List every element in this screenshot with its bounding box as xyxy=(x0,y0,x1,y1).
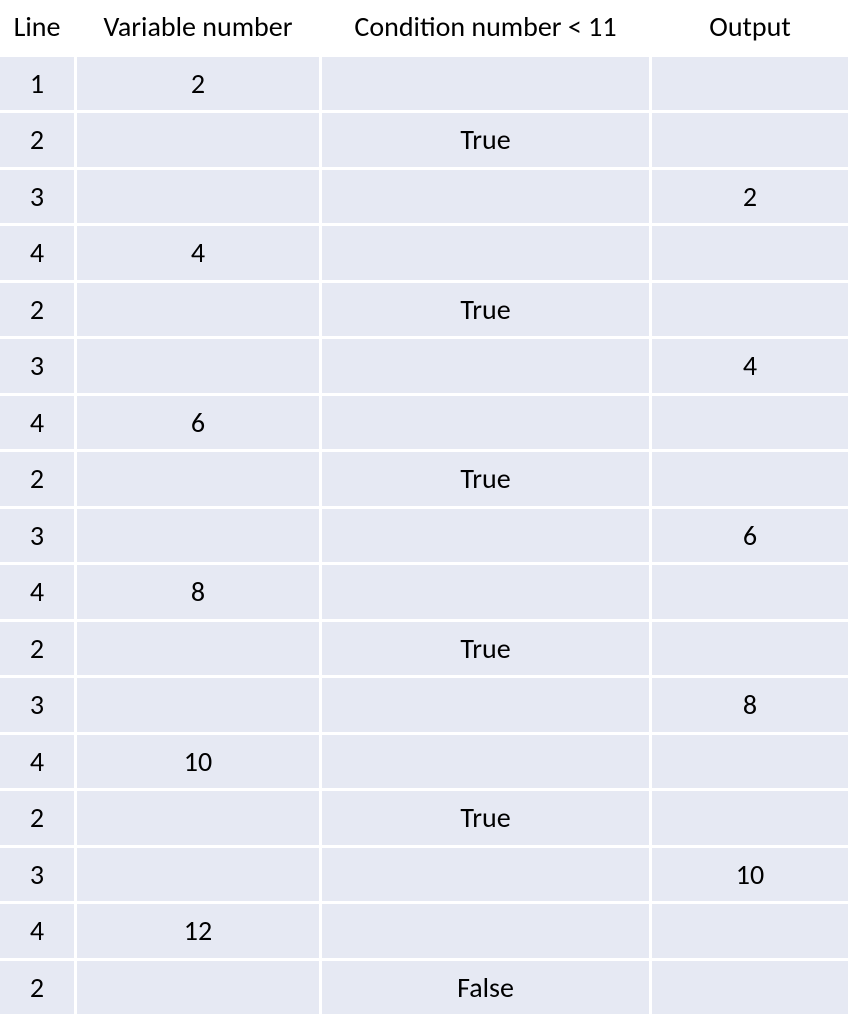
cell-variable xyxy=(77,961,322,1018)
table-row: 46 xyxy=(0,396,848,453)
header-output: Output xyxy=(652,0,848,57)
cell-condition: False xyxy=(322,961,652,1018)
cell-variable xyxy=(77,283,322,340)
cell-output xyxy=(652,226,848,283)
table-row: 36 xyxy=(0,509,848,566)
cell-output xyxy=(652,113,848,170)
cell-line: 1 xyxy=(0,57,77,114)
table-row: 2 True xyxy=(0,113,848,170)
cell-condition xyxy=(322,565,652,622)
cell-output: 4 xyxy=(652,339,848,396)
cell-condition: True xyxy=(322,452,652,509)
table-row: 12 xyxy=(0,57,848,114)
cell-line: 2 xyxy=(0,791,77,848)
table-row: 48 xyxy=(0,565,848,622)
table-row: 3 10 xyxy=(0,848,848,905)
cell-line: 4 xyxy=(0,904,77,961)
cell-line: 2 xyxy=(0,452,77,509)
header-line: Line xyxy=(0,0,77,57)
cell-output xyxy=(652,57,848,114)
cell-line: 2 xyxy=(0,622,77,679)
cell-output: 8 xyxy=(652,678,848,735)
cell-variable: 8 xyxy=(77,565,322,622)
cell-variable xyxy=(77,452,322,509)
cell-line: 4 xyxy=(0,565,77,622)
cell-variable xyxy=(77,170,322,227)
cell-condition: True xyxy=(322,622,652,679)
cell-condition xyxy=(322,226,652,283)
cell-variable xyxy=(77,339,322,396)
cell-variable xyxy=(77,622,322,679)
trace-table: Line Variable number Condition number < … xyxy=(0,0,848,1017)
cell-line: 4 xyxy=(0,396,77,453)
cell-output: 10 xyxy=(652,848,848,905)
cell-output xyxy=(652,396,848,453)
cell-line: 2 xyxy=(0,283,77,340)
cell-condition xyxy=(322,678,652,735)
table-row: 32 xyxy=(0,170,848,227)
cell-variable: 4 xyxy=(77,226,322,283)
table-row: 2 True xyxy=(0,452,848,509)
cell-output xyxy=(652,904,848,961)
cell-condition xyxy=(322,904,652,961)
cell-line: 3 xyxy=(0,509,77,566)
cell-condition xyxy=(322,170,652,227)
cell-condition: True xyxy=(322,791,652,848)
table-row: 2 True xyxy=(0,283,848,340)
cell-output: 2 xyxy=(652,170,848,227)
table-row: 44 xyxy=(0,226,848,283)
header-condition: Condition number < 11 xyxy=(322,0,652,57)
table-row: 412 xyxy=(0,904,848,961)
cell-line: 4 xyxy=(0,226,77,283)
cell-condition xyxy=(322,57,652,114)
cell-output xyxy=(652,452,848,509)
cell-variable xyxy=(77,678,322,735)
cell-variable xyxy=(77,509,322,566)
cell-output xyxy=(652,283,848,340)
cell-line: 3 xyxy=(0,339,77,396)
cell-line: 3 xyxy=(0,170,77,227)
table-row: 410 xyxy=(0,735,848,792)
table-row: 2 True xyxy=(0,622,848,679)
cell-variable: 12 xyxy=(77,904,322,961)
cell-line: 2 xyxy=(0,113,77,170)
cell-variable: 2 xyxy=(77,57,322,114)
cell-line: 4 xyxy=(0,735,77,792)
cell-line: 3 xyxy=(0,678,77,735)
cell-condition: True xyxy=(322,283,652,340)
cell-condition xyxy=(322,339,652,396)
header-variable: Variable number xyxy=(77,0,322,57)
cell-variable: 6 xyxy=(77,396,322,453)
cell-condition: True xyxy=(322,113,652,170)
cell-variable xyxy=(77,791,322,848)
table-row: 2 True xyxy=(0,791,848,848)
table-header-row: Line Variable number Condition number < … xyxy=(0,0,848,57)
cell-variable xyxy=(77,848,322,905)
cell-condition xyxy=(322,848,652,905)
cell-line: 2 xyxy=(0,961,77,1018)
cell-line: 3 xyxy=(0,848,77,905)
cell-output xyxy=(652,961,848,1018)
cell-condition xyxy=(322,735,652,792)
cell-output: 6 xyxy=(652,509,848,566)
cell-output xyxy=(652,791,848,848)
cell-output xyxy=(652,735,848,792)
cell-variable xyxy=(77,113,322,170)
cell-output xyxy=(652,565,848,622)
cell-condition xyxy=(322,509,652,566)
table-row: 34 xyxy=(0,339,848,396)
cell-condition xyxy=(322,396,652,453)
table-row: 2 False xyxy=(0,961,848,1018)
table-row: 38 xyxy=(0,678,848,735)
cell-output xyxy=(652,622,848,679)
cell-variable: 10 xyxy=(77,735,322,792)
